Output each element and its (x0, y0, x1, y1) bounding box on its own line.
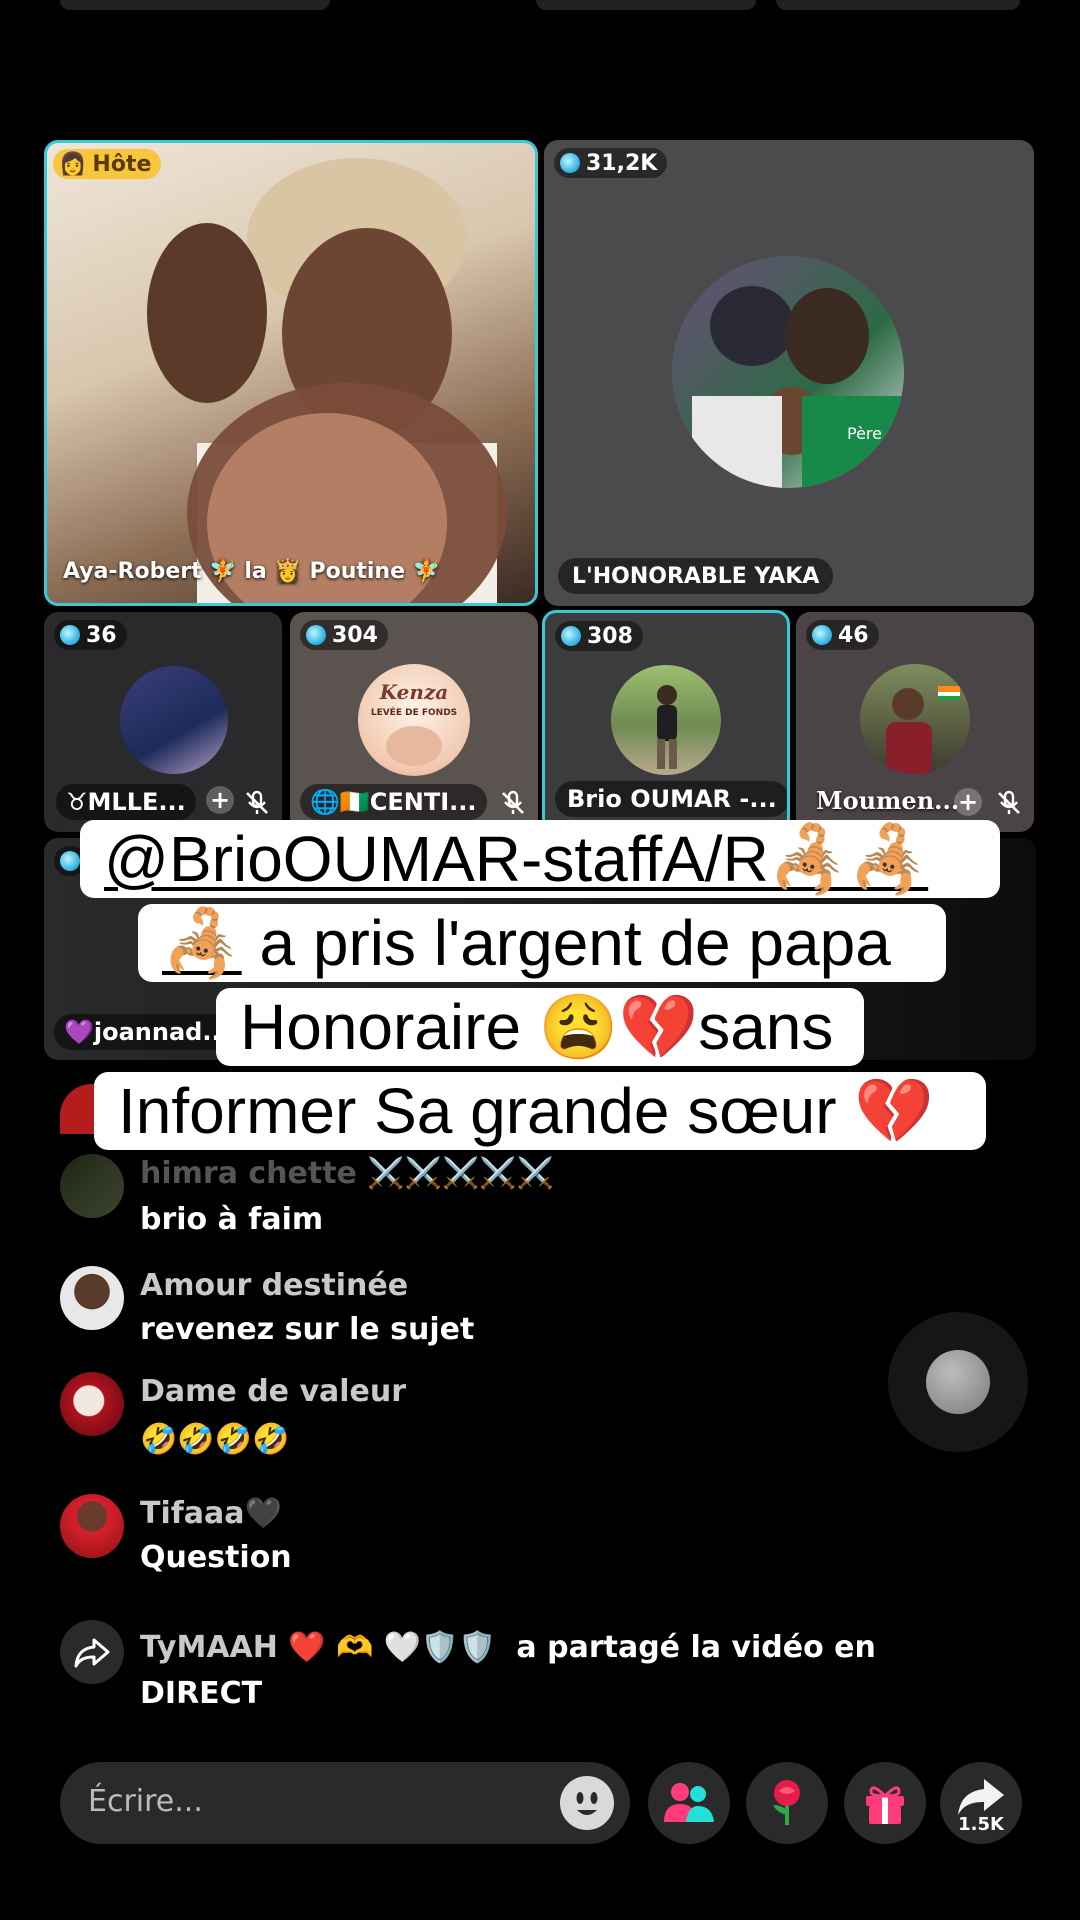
guest-tile-moumen[interactable]: 46 Moumen... + (796, 612, 1034, 832)
guest-avatar (120, 666, 228, 774)
caption-line-2: 🦂 a pris l'argent de papa (138, 904, 946, 982)
guest-name: 💜joannad.. (54, 1014, 231, 1050)
share-arrow-icon (958, 1779, 1004, 1815)
guest-name: 🌐🇨🇮CENTI... (300, 784, 487, 820)
gem-icon (812, 625, 832, 645)
host-video-frame (147, 158, 507, 603)
host-name: Aya-Robert 🧚 la 👸 Poutine 🧚 (63, 558, 441, 584)
add-button[interactable]: + (954, 788, 982, 816)
photo-label: Père (847, 424, 882, 443)
mic-off-icon (246, 790, 268, 814)
gem-icon (560, 153, 580, 173)
guest-tile-brio[interactable]: 308 Brio OUMAR -... (542, 610, 790, 832)
guest-count-badge: 46 (806, 620, 879, 650)
gift-icon (866, 1786, 904, 1824)
gem-icon (561, 626, 581, 646)
comment-text: 🤣🤣🤣🤣 (140, 1422, 290, 1457)
comment-text: brio à faim (140, 1202, 324, 1237)
share-icon (60, 1620, 124, 1684)
comment-text: revenez sur le sujet (140, 1312, 475, 1347)
poster-subtitle: LEVÉE DE FONDS (370, 708, 458, 718)
guest-avatar (860, 664, 970, 774)
guest-name: ♉MLLE... (56, 784, 196, 820)
caption-line-1: @BrioOUMAR-staffA/R🦂🦂 (80, 820, 1000, 898)
top-pill-right (776, 0, 1020, 10)
guest-count-badge: 31,2K (554, 148, 668, 178)
comment-item[interactable]: Amour destinée revenez sur le sujet (60, 1266, 940, 1356)
comment-item[interactable]: himra chette ⚔️⚔️⚔️⚔️⚔️ brio à faim (60, 1154, 940, 1237)
gem-icon (306, 625, 326, 645)
guest-avatar (611, 665, 721, 775)
guest-tile-mlle[interactable]: 36 ♉MLLE... + (44, 612, 282, 832)
mic-off-icon (998, 790, 1020, 814)
comment-username: Tifaaa🖤 (140, 1496, 282, 1531)
gem-icon (60, 625, 80, 645)
gem-icon (60, 851, 80, 871)
comment-input[interactable]: Écrire... (60, 1762, 630, 1844)
caption-line-4: Informer Sa grande sœur 💔 (94, 1072, 986, 1150)
guest-avatar: Père (672, 256, 904, 488)
co-host-button[interactable] (648, 1762, 730, 1844)
share-action-cont: DIRECT (140, 1676, 263, 1711)
rose-gift-button[interactable] (746, 1762, 828, 1844)
emoji-icon[interactable] (560, 1776, 614, 1830)
top-pill-left (60, 0, 330, 10)
gift-button[interactable] (844, 1762, 926, 1844)
share-button[interactable]: 1.5K (940, 1762, 1022, 1844)
caption-line-3: Honoraire 😩💔sans (216, 988, 864, 1066)
share-event[interactable]: TyMAAH ❤️ 🫶 🤍🛡️🛡️ a partagé la vidéo en … (60, 1620, 940, 1720)
comment-avatar (60, 1494, 124, 1558)
comment-avatar (60, 1154, 124, 1218)
comment-item[interactable]: Dame de valeur 🤣🤣🤣🤣 (60, 1372, 940, 1472)
guest-name: L'HONORABLE YAKA (558, 558, 834, 594)
comment-avatar (60, 1266, 124, 1330)
rose-icon (773, 1780, 800, 1825)
guest-count-badge: 36 (54, 620, 127, 650)
top-pill-middle (536, 0, 756, 10)
comment-placeholder: Écrire... (88, 1784, 203, 1819)
comment-avatar (60, 1372, 124, 1436)
add-button[interactable]: + (206, 786, 234, 814)
guest-name: Brio OUMAR -... (555, 781, 787, 817)
guest-tile-centi[interactable]: 304 Kenza LEVÉE DE FONDS 🌐🇨🇮CENTI... (290, 612, 538, 832)
mic-off-icon (502, 790, 524, 814)
guest-name: Moumen... (816, 785, 960, 815)
host-badge: 👩 Hôte (53, 149, 162, 179)
guest-count-badge: 308 (555, 621, 643, 651)
guest-tile-yaka[interactable]: 31,2K Père L'HONORABLE YAKA (544, 140, 1034, 606)
share-username: TyMAAH ❤️ 🫶 🤍🛡️🛡️ a partagé la vidéo en (140, 1630, 876, 1665)
floating-control[interactable] (888, 1312, 1028, 1452)
comment-username: Amour destinée (140, 1268, 409, 1303)
comment-item[interactable]: Tifaaa🖤 Question (60, 1494, 940, 1584)
host-video-tile[interactable]: 👩 Hôte Aya-Robert 🧚 la 👸 Poutine 🧚 (44, 140, 538, 606)
host-icon: 👩 (59, 151, 87, 177)
comment-username: Dame de valeur (140, 1374, 407, 1409)
comment-username: himra chette ⚔️⚔️⚔️⚔️⚔️ (140, 1156, 555, 1191)
share-count: 1.5K (958, 1814, 1004, 1835)
comment-text: Question (140, 1540, 292, 1575)
floating-knob (926, 1350, 990, 1414)
poster-title: Kenza (379, 680, 449, 704)
poster-avatar: Kenza LEVÉE DE FONDS (358, 664, 470, 776)
users-icon (664, 1783, 714, 1822)
share-action: a partagé la vidéo en (516, 1630, 876, 1665)
guest-count-badge: 304 (300, 620, 388, 650)
